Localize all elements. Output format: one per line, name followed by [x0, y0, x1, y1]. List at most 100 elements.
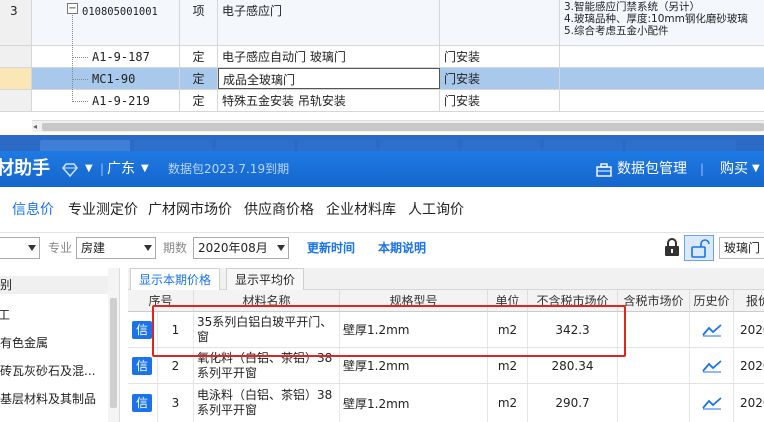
table-row[interactable]: 信 1 35系列白铝白玻平开门、 窗 壁厚1.2mm m2 342.3 2020: [128, 312, 764, 348]
grid-row-sub[interactable]: A1-9-219 定 特殊五金安装 吊轨安装 门安装: [0, 90, 764, 112]
work-cell[interactable]: 门安装: [440, 68, 560, 89]
trend-chart-icon[interactable]: [701, 359, 722, 373]
trend-chart-icon[interactable]: [701, 396, 722, 410]
unit-cell: m2: [488, 312, 528, 347]
tool-tab[interactable]: [380, 140, 458, 151]
period-description-link[interactable]: 本期说明: [378, 237, 426, 259]
item-code: 010805001001: [82, 6, 158, 18]
tool-tab[interactable]: [626, 140, 736, 151]
grid-row-sub[interactable]: A1-9-187 定 电子感应自动门 玻璃门 门安装: [0, 46, 764, 68]
name-cell[interactable]: 电子感应自动门 玻璃门: [218, 46, 440, 67]
row-no: 2: [171, 358, 180, 373]
tool-tab[interactable]: [216, 140, 294, 151]
history-cell[interactable]: [690, 312, 734, 347]
chevron-down-icon[interactable]: ▼: [752, 151, 760, 187]
type-cell: 定: [180, 90, 218, 111]
col-header-no: 序号: [128, 290, 194, 312]
diamond-icon[interactable]: [62, 151, 78, 187]
tool-tab[interactable]: [462, 140, 540, 151]
category-item[interactable]: 基层材料及其制品: [0, 390, 96, 408]
info-badge[interactable]: 信: [132, 394, 152, 412]
feature-cell[interactable]: [560, 46, 764, 67]
tool-tab[interactable]: [298, 140, 376, 151]
material-name-line: 窗: [197, 329, 210, 344]
code-cell[interactable]: − 010805001001: [32, 0, 180, 45]
name-cell[interactable]: 特殊五金安装 吊轨安装: [218, 90, 440, 111]
tax-price-cell[interactable]: [618, 384, 690, 422]
work-cell[interactable]: 门安装: [440, 46, 560, 67]
category-item[interactable]: 有色金属: [0, 334, 48, 352]
name-cell-editing[interactable]: 成品全玻璃门: [218, 68, 440, 89]
price-cell[interactable]: 280.34: [528, 348, 618, 383]
feature-cell[interactable]: [560, 68, 764, 89]
divider: |: [100, 162, 105, 176]
chevron-down-icon[interactable]: ▼: [141, 151, 149, 187]
quote-date: 2020: [740, 358, 764, 373]
info-badge[interactable]: 信: [132, 320, 152, 339]
tab-labor-inquiry[interactable]: 人工询价: [408, 199, 464, 221]
tree-connector: [72, 15, 73, 102]
tool-tab[interactable]: [544, 140, 622, 151]
name-cell[interactable]: 氧化料（白铝、茶铝）38 系列平开窗: [194, 348, 340, 383]
code-cell[interactable]: A1-9-219: [32, 90, 180, 111]
tax-price-cell[interactable]: [618, 312, 690, 347]
category-item[interactable]: 砖瓦灰砂石及混...: [0, 362, 95, 380]
work-cell[interactable]: 门安装: [440, 90, 560, 111]
tab-info-price[interactable]: 信息价: [12, 199, 54, 221]
tool-tab[interactable]: [40, 140, 130, 151]
tab-current-price[interactable]: 显示本期价格: [130, 268, 221, 290]
name-cell[interactable]: 电泳料（白铝、茶铝）38 系列平开窗: [194, 384, 340, 422]
tab-market-price[interactable]: 广材网市场价: [148, 199, 232, 221]
tab-supplier-price[interactable]: 供应商价格: [244, 199, 314, 221]
name-cell[interactable]: 电子感应门: [218, 0, 440, 45]
scroll-left-icon[interactable]: ◂: [33, 122, 37, 131]
info-badge[interactable]: 信: [132, 356, 152, 375]
price-cell[interactable]: 290.7: [528, 384, 618, 422]
vertical-scrollbar[interactable]: [108, 268, 119, 422]
period-value: 2020年08月: [198, 241, 268, 255]
trend-chart-icon[interactable]: [701, 323, 722, 337]
category-header: 别: [0, 276, 108, 294]
spec-cell[interactable]: 壁厚1.2mm: [340, 312, 488, 347]
horizontal-scrollbar[interactable]: ◂: [32, 120, 764, 132]
tax-price-cell[interactable]: [618, 348, 690, 383]
category-select[interactable]: [0, 237, 40, 259]
history-cell[interactable]: [690, 348, 734, 383]
spec-cell[interactable]: 壁厚1.2mm: [340, 384, 488, 422]
region-select[interactable]: 广东: [107, 151, 135, 187]
item-name: 电子感应门: [222, 4, 283, 18]
chevron-down-icon[interactable]: ▼: [85, 151, 93, 187]
price-value: 280.34: [551, 358, 594, 373]
material-search-input[interactable]: 玻璃门: [719, 237, 764, 259]
scrollbar-thumb[interactable]: [42, 123, 764, 131]
category-item[interactable]: 工: [0, 306, 10, 324]
table-row[interactable]: 信 2 氧化料（白铝、茶铝）38 系列平开窗 壁厚1.2mm m2 280.34…: [128, 348, 764, 384]
table-row[interactable]: 信 3 电泳料（白铝、茶铝）38 系列平开窗 壁厚1.2mm m2 290.7 …: [128, 384, 764, 422]
code-cell[interactable]: A1-9-187: [32, 46, 180, 67]
tool-tab[interactable]: [134, 140, 212, 151]
feature-cell[interactable]: 3.智能感应门禁系统（另计） 4.玻璃品种、厚度:10mm钢化磨砂玻璃 5.综合…: [560, 0, 764, 45]
tab-professional-price[interactable]: 专业测定价: [68, 199, 138, 221]
collapse-toggle-icon[interactable]: −: [67, 3, 78, 14]
specialty-label: 专业: [48, 241, 73, 255]
spec-cell[interactable]: 壁厚1.2mm: [340, 348, 488, 383]
lock-icon[interactable]: [663, 237, 681, 260]
grid-row-selected[interactable]: MC1-90 定 成品全玻璃门 门安装: [0, 68, 764, 90]
tab-enterprise-library[interactable]: 企业材料库: [326, 199, 396, 221]
grid-row-3[interactable]: 3 − 010805001001 项 电子感应门 3.智能感应门禁系统（另计） …: [0, 0, 764, 46]
code-cell[interactable]: MC1-90: [32, 68, 180, 89]
scrollbar-thumb[interactable]: [110, 298, 117, 408]
work-cell[interactable]: [440, 0, 560, 45]
purchase-button[interactable]: 购买: [720, 151, 748, 187]
name-cell[interactable]: 35系列白铝白玻平开门、 窗: [194, 312, 340, 347]
specialty-select[interactable]: 房建: [76, 237, 156, 259]
update-time-link[interactable]: 更新时间: [307, 237, 355, 259]
history-cell[interactable]: [690, 384, 734, 422]
feature-cell[interactable]: [560, 90, 764, 111]
tab-average-price[interactable]: 显示平均价: [226, 268, 305, 290]
feature-line: 5.综合考虑五金小配件: [564, 25, 669, 37]
unlock-icon[interactable]: [684, 235, 714, 261]
package-manage-button[interactable]: 数据包管理: [617, 151, 687, 187]
period-select[interactable]: 2020年08月: [193, 237, 289, 259]
price-cell[interactable]: 342.3: [528, 312, 618, 347]
